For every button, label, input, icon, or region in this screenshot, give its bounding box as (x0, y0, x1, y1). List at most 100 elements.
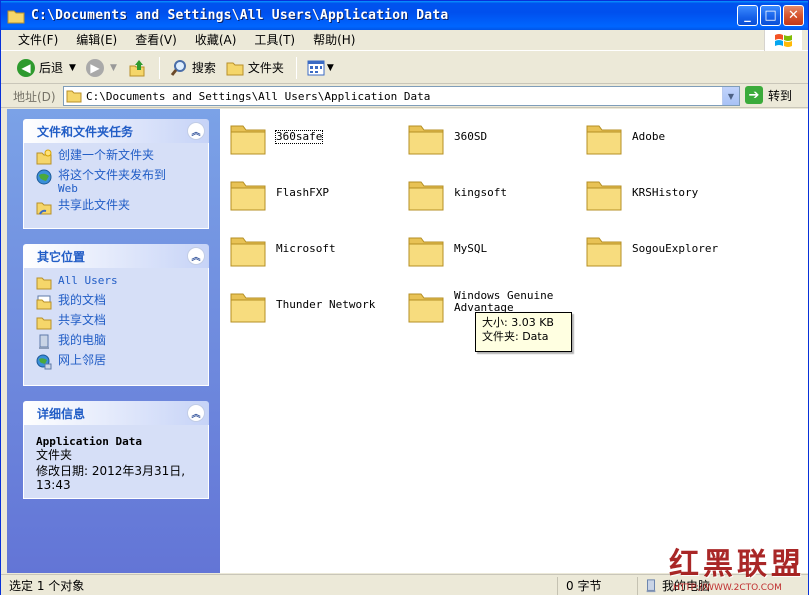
folder-icon (408, 181, 444, 211)
forward-button[interactable]: ▶ ▼ (82, 55, 121, 81)
folder-item-flashfxp[interactable]: FlashFXP (228, 173, 329, 213)
folder-icon (408, 237, 444, 267)
task-label-web: Web (58, 182, 78, 195)
my-documents-icon (36, 295, 52, 310)
folder-name: MySQL (454, 242, 488, 255)
panel-body: All Users 我的文档 共享文档 我的电脑 网上邻居 (23, 268, 209, 386)
folder-icon (226, 62, 244, 75)
folder-icon (586, 181, 622, 211)
place-network[interactable]: 网上邻居 (36, 354, 200, 370)
folder-item-kingsoft[interactable]: kingsoft (406, 173, 507, 213)
folder-item-krshistory[interactable]: KRSHistory (584, 173, 698, 213)
details-item-type: 文件夹 (36, 448, 73, 462)
go-button[interactable]: ➔ 转到 (745, 86, 792, 104)
folder-item-thunder-network[interactable]: Thunder Network (228, 285, 375, 325)
chevron-down-icon: ▼ (727, 91, 735, 101)
maximize-icon: □ (764, 8, 777, 23)
up-folder-icon (129, 59, 145, 76)
watermark-url: HTTP://WWW.2CTO.COM (673, 583, 782, 593)
search-icon (170, 59, 186, 76)
panel-header[interactable]: 详细信息 ︽ (23, 401, 209, 425)
title-bar[interactable]: C:\Documents and Settings\All Users\Appl… (1, 1, 808, 30)
folder-icon (586, 125, 622, 155)
dropdown-arrow-icon[interactable]: ▼ (327, 63, 334, 73)
folder-icon (230, 125, 266, 155)
folder-item-mysql[interactable]: MySQL (406, 229, 487, 269)
address-input[interactable]: C:\Documents and Settings\All Users\Appl… (63, 86, 740, 106)
folder-name: SogouExplorer (632, 242, 719, 255)
folder-icon (230, 181, 266, 211)
panel-header[interactable]: 其它位置 ︽ (23, 244, 209, 268)
place-shared-documents[interactable]: 共享文档 (36, 314, 200, 330)
address-value: C:\Documents and Settings\All Users\Appl… (86, 89, 431, 103)
folder-name: FlashFXP (276, 186, 329, 199)
publish-web-icon (36, 169, 52, 185)
tooltip-folder: 文件夹: Data (482, 330, 549, 343)
network-places-icon (36, 354, 52, 370)
task-label: 将这个文件夹发布到 (58, 168, 167, 182)
tooltip-size: 大小: 3.03 KB (482, 316, 554, 329)
place-my-computer[interactable]: 我的电脑 (36, 334, 200, 350)
collapse-icon[interactable]: ︽ (187, 122, 205, 140)
panel-title: 详细信息 (37, 406, 86, 421)
share-folder-icon (36, 202, 52, 215)
explorer-window: C:\Documents and Settings\All Users\Appl… (0, 0, 809, 595)
my-computer-icon (39, 334, 49, 349)
toolbar: ◀ 后退 ▼ ▶ ▼ 搜索 文件夹 ▼ (1, 52, 808, 84)
back-label: 后退 (39, 61, 64, 75)
search-button[interactable]: 搜索 (166, 55, 220, 81)
task-pane: 文件和文件夹任务 ︽ 创建一个新文件夹 将这个文件夹发布到Web 共享此文件夹 (7, 109, 220, 573)
panel-title: 文件和文件夹任务 (37, 124, 134, 139)
details-panel: 详细信息 ︽ Application Data 文件夹 修改日期: 2012年3… (23, 401, 209, 499)
place-my-documents[interactable]: 我的文档 (36, 294, 200, 310)
watermark-logo: 红黑联盟 (669, 547, 805, 582)
shared-documents-icon (36, 317, 52, 330)
folder-icon (7, 8, 25, 24)
menu-tools[interactable]: 工具(T) (245, 30, 304, 51)
place-label: 我的文档 (58, 293, 107, 307)
dropdown-arrow-icon[interactable]: ▼ (69, 63, 76, 73)
maximize-button[interactable]: □ (760, 5, 781, 26)
views-button[interactable]: ▼ (303, 55, 338, 81)
folder-item-sogouexplorer[interactable]: SogouExplorer (584, 229, 718, 269)
address-dropdown-button[interactable]: ▼ (722, 87, 739, 105)
address-bar: 地址(D) C:\Documents and Settings\All User… (1, 85, 808, 108)
views-grid-icon (307, 60, 325, 75)
collapse-icon[interactable]: ︽ (187, 247, 205, 265)
place-label: 我的电脑 (58, 333, 107, 347)
panel-header[interactable]: 文件和文件夹任务 ︽ (23, 119, 209, 143)
close-button[interactable]: ✕ (783, 5, 804, 26)
menu-edit[interactable]: 编辑(E) (67, 30, 126, 51)
panel-title: 其它位置 (37, 249, 86, 264)
details-modified: 修改日期: 2012年3月31日, (36, 464, 186, 478)
task-publish-web[interactable]: 将这个文件夹发布到 Web (36, 169, 200, 195)
folder-item-360safe[interactable]: 360safe (228, 117, 324, 157)
my-computer-icon (646, 578, 656, 592)
menu-help[interactable]: 帮助(H) (304, 30, 364, 51)
panel-body: Application Data 文件夹 修改日期: 2012年3月31日, 1… (23, 425, 209, 499)
up-folder-button[interactable] (123, 55, 151, 81)
menu-favorites[interactable]: 收藏(A) (186, 30, 246, 51)
back-button[interactable]: ◀ 后退 ▼ (13, 55, 80, 81)
menu-file[interactable]: 文件(F) (9, 30, 67, 51)
collapse-icon[interactable]: ︽ (187, 404, 205, 422)
folder-name: KRSHistory (632, 186, 699, 199)
new-folder-icon (36, 149, 52, 165)
place-all-users[interactable]: All Users (36, 274, 200, 290)
task-share-folder[interactable]: 共享此文件夹 (36, 199, 200, 215)
folder-item-360sd[interactable]: 360SD (406, 117, 487, 157)
panel-body: 创建一个新文件夹 将这个文件夹发布到 Web 共享此文件夹 (23, 143, 209, 229)
folders-button[interactable]: 文件夹 (222, 55, 288, 81)
folder-icon (36, 277, 52, 290)
task-new-folder[interactable]: 创建一个新文件夹 (36, 149, 200, 165)
folder-item-adobe[interactable]: Adobe (584, 117, 665, 157)
folder-item-microsoft[interactable]: Microsoft (228, 229, 336, 269)
menu-view[interactable]: 查看(V) (126, 30, 186, 51)
menu-bar: 文件(F) 编辑(E) 查看(V) 收藏(A) 工具(T) 帮助(H) (1, 30, 808, 51)
place-label: All Users (58, 274, 118, 287)
folder-icon (66, 90, 82, 103)
dropdown-arrow-icon[interactable]: ▼ (110, 63, 117, 73)
folder-name: Microsoft (276, 242, 336, 255)
minimize-button[interactable]: _ (737, 5, 758, 26)
toolbar-separator (295, 56, 297, 79)
